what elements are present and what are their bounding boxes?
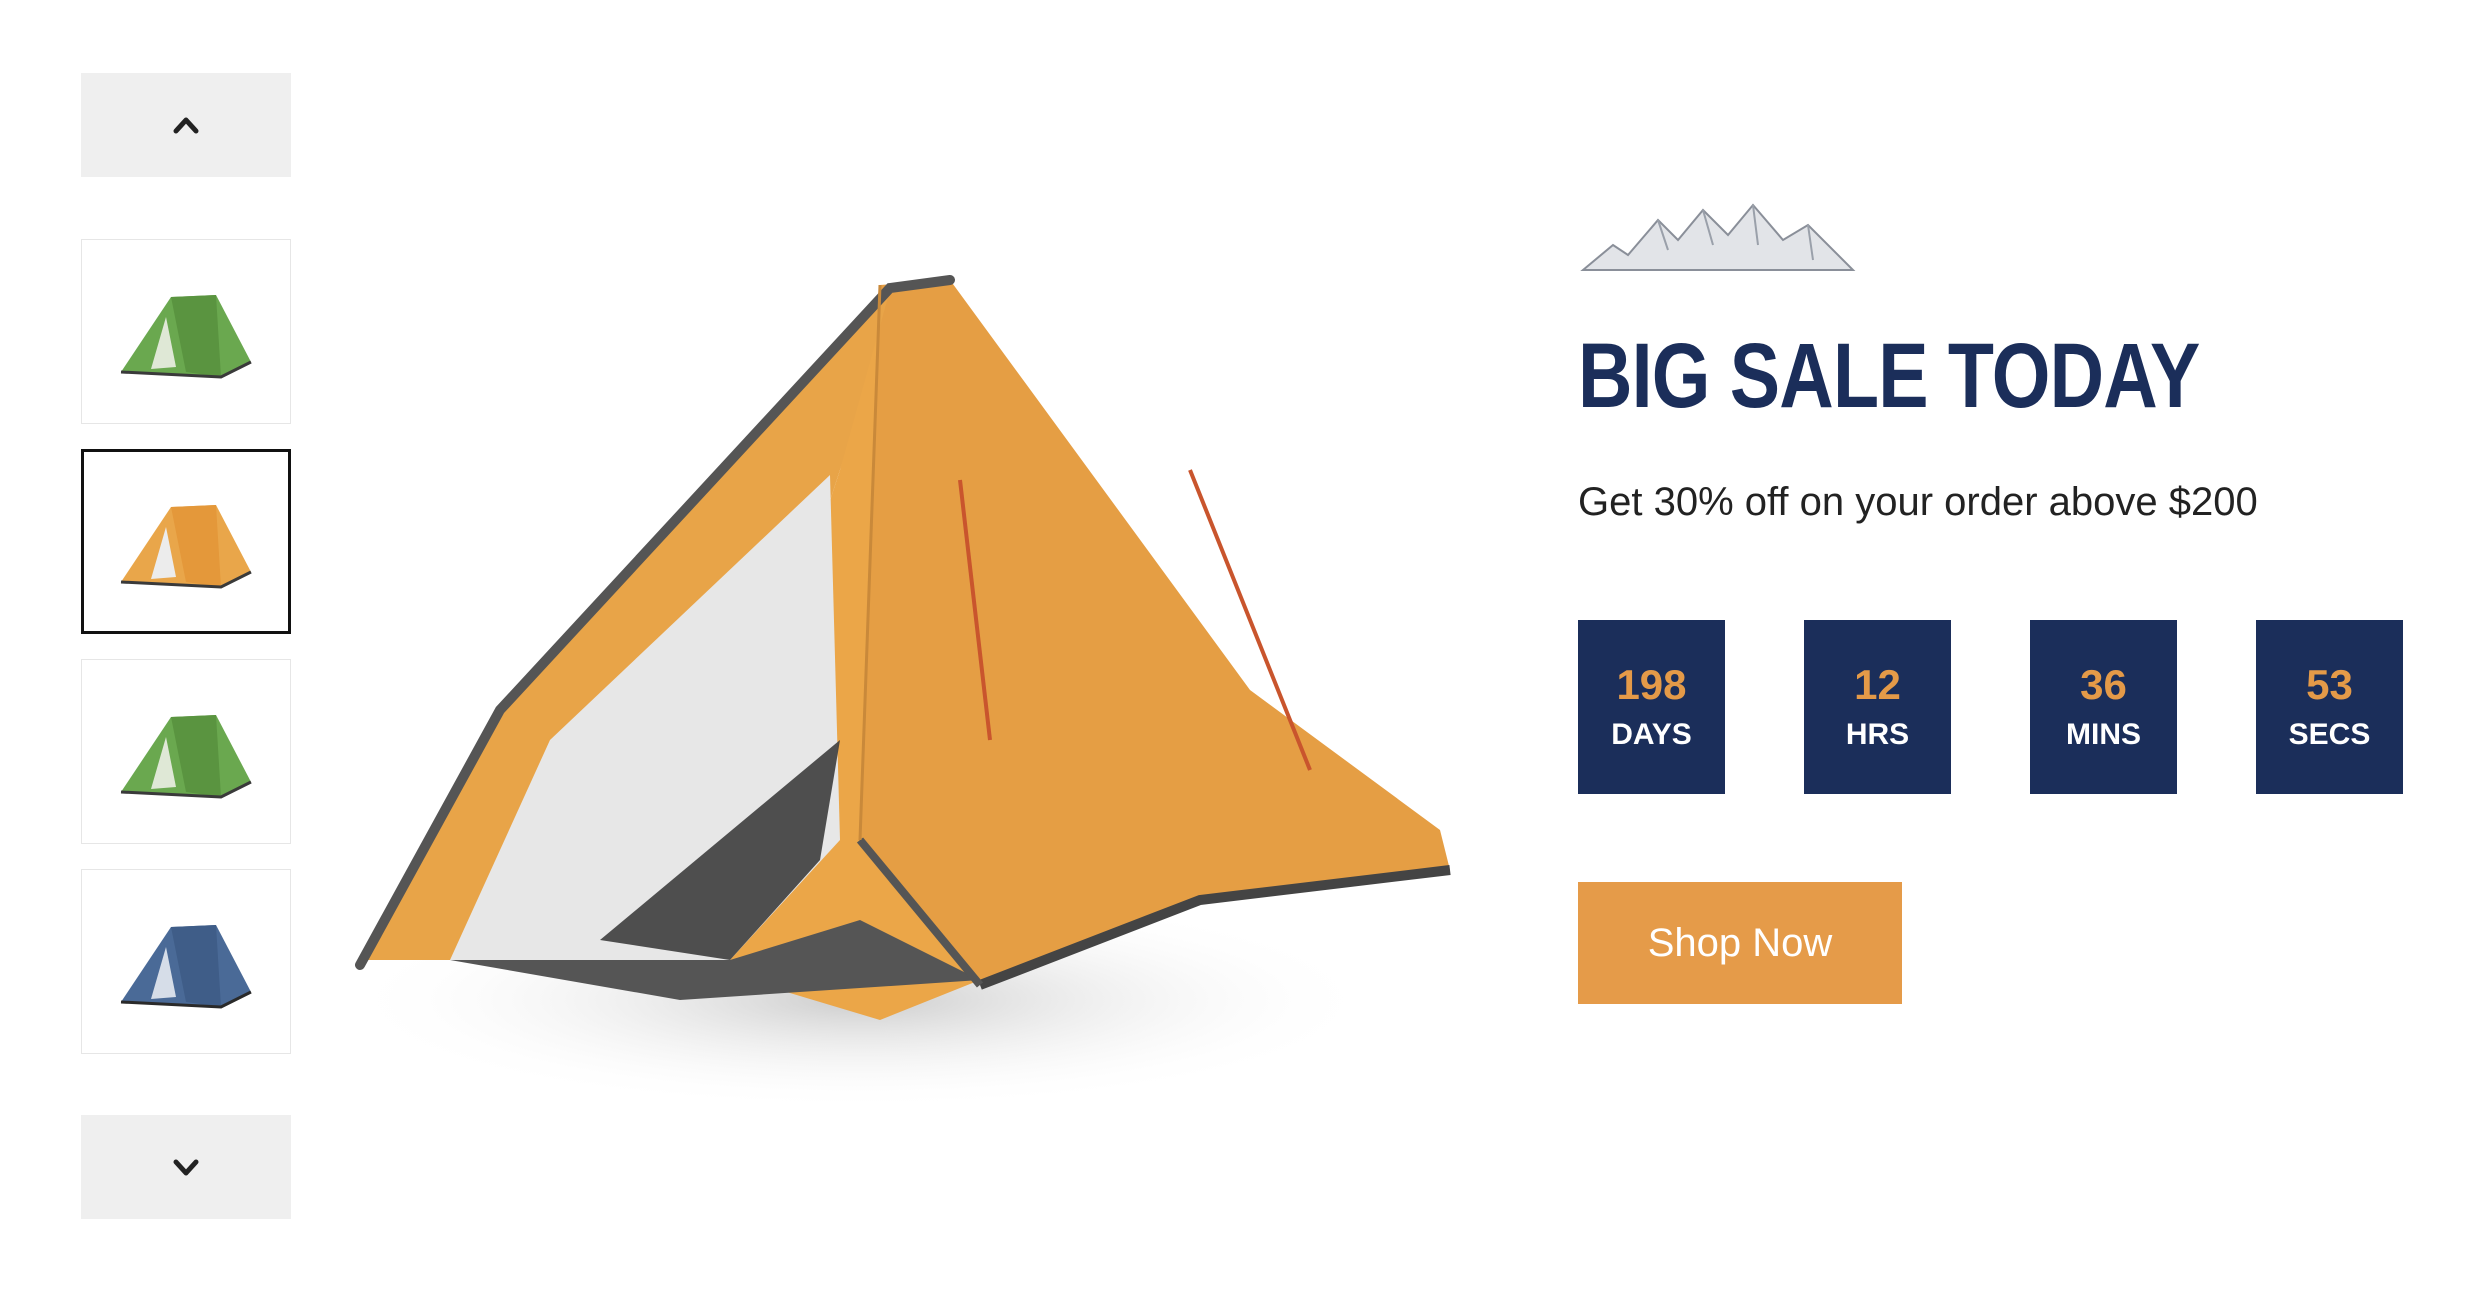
tent-thumbnail-image bbox=[120, 504, 252, 589]
thumbnail-1[interactable] bbox=[81, 239, 291, 424]
countdown-value: 36 bbox=[2080, 661, 2127, 708]
tent-thumbnail-image bbox=[120, 714, 252, 799]
countdown-days: 198 DAYS bbox=[1578, 620, 1725, 794]
promo-subtitle: Get 30% off on your order above $200 bbox=[1578, 480, 2258, 524]
countdown-label: DAYS bbox=[1611, 718, 1692, 751]
chevron-down-icon bbox=[173, 1159, 199, 1176]
gallery-down-button[interactable] bbox=[81, 1115, 291, 1219]
main-product-image bbox=[300, 240, 1500, 1120]
tent-thumbnail-image bbox=[120, 294, 252, 379]
shop-now-button[interactable]: Shop Now bbox=[1578, 882, 1902, 1004]
countdown-value: 198 bbox=[1616, 661, 1687, 708]
thumbnail-4[interactable] bbox=[81, 869, 291, 1054]
chevron-up-icon bbox=[173, 117, 199, 134]
countdown-label: SECS bbox=[2288, 718, 2371, 751]
countdown-value: 12 bbox=[1854, 661, 1901, 708]
tent-thumbnail-image bbox=[120, 924, 252, 1009]
countdown-hours: 12 HRS bbox=[1804, 620, 1951, 794]
countdown-value: 53 bbox=[2306, 661, 2353, 708]
thumbnail-3[interactable] bbox=[81, 659, 291, 844]
countdown-timer: 198 DAYS 12 HRS 36 MINS 53 SECS bbox=[1578, 620, 2438, 794]
promo-section: BIG SALE TODAY Get 30% off on your order… bbox=[1578, 190, 2438, 1004]
countdown-minutes: 36 MINS bbox=[2030, 620, 2177, 794]
countdown-label: HRS bbox=[1845, 718, 1910, 751]
countdown-label: MINS bbox=[2066, 718, 2141, 751]
mountains-icon bbox=[1580, 203, 1856, 271]
countdown-seconds: 53 SECS bbox=[2256, 620, 2403, 794]
headline: BIG SALE TODAY bbox=[1578, 325, 2200, 427]
thumbnail-2[interactable] bbox=[81, 449, 291, 634]
gallery-up-button[interactable] bbox=[81, 73, 291, 177]
tent-image bbox=[340, 275, 1451, 1110]
